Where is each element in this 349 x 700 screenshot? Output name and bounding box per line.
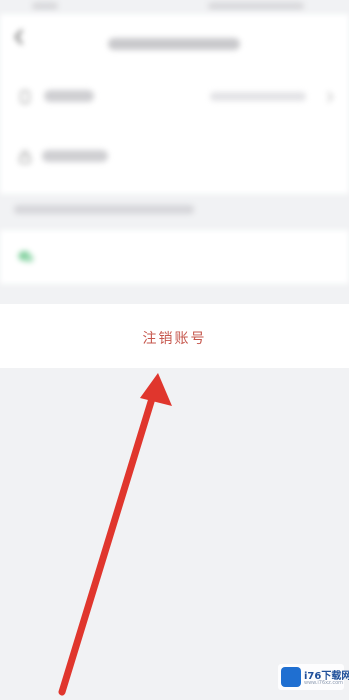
- phone-value-placeholder: [210, 92, 306, 101]
- wechat-icon: [18, 251, 34, 263]
- title-placeholder: [108, 38, 240, 50]
- third-party-card[interactable]: [0, 230, 349, 284]
- delete-account-button[interactable]: 注销账号: [0, 328, 349, 348]
- watermark: i76下载网 www.i76xz.com: [278, 664, 349, 690]
- password-label-placeholder: [42, 150, 108, 162]
- section-title-placeholder: [14, 205, 194, 214]
- phone-label-placeholder: [44, 90, 94, 102]
- watermark-subtext: www.i76xz.com: [304, 680, 344, 686]
- delete-account-card[interactable]: 注销账号: [0, 304, 349, 368]
- i76-logo-icon: [281, 667, 301, 687]
